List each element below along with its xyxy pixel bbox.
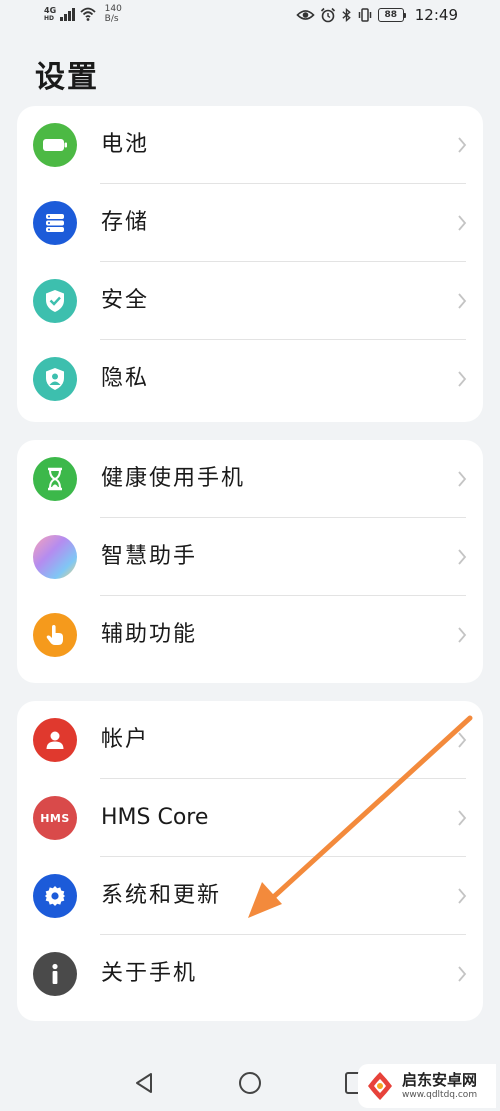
chevron-right-icon: [458, 810, 467, 826]
gear-icon: [33, 874, 77, 918]
battery-level: 88: [377, 8, 404, 22]
site-watermark: 启东安卓网 www.qdltdq.com: [358, 1064, 496, 1108]
watermark-name: 启东安卓网: [402, 1071, 478, 1089]
wifi-icon: [80, 7, 96, 21]
settings-item-label: 电池: [101, 132, 150, 157]
settings-group-device: 电池 存储 安全 隐私: [17, 106, 483, 422]
settings-item-battery[interactable]: 电池: [17, 106, 483, 184]
page-title: 设置: [35, 60, 99, 95]
battery-indicator: 88: [377, 8, 406, 22]
chevron-right-icon: [458, 627, 467, 643]
home-icon[interactable]: [236, 1069, 264, 1097]
settings-item-label: 系统和更新: [101, 883, 222, 908]
chevron-right-icon: [458, 371, 467, 387]
battery-icon: [33, 123, 77, 167]
settings-item-storage[interactable]: 存储: [17, 184, 483, 262]
settings-item-label: 帐户: [101, 727, 150, 752]
signal-icon: [60, 7, 75, 21]
network-label: 4G: [44, 5, 57, 15]
status-right: 88 12:49: [296, 6, 458, 24]
settings-item-hms-core[interactable]: HMS HMS Core: [17, 779, 483, 857]
alarm-icon: [320, 7, 335, 23]
settings-item-about-phone[interactable]: 关于手机: [17, 935, 483, 1013]
privacy-icon: [33, 357, 77, 401]
account-icon: [33, 718, 77, 762]
chevron-right-icon: [458, 888, 467, 904]
settings-item-label: 关于手机: [101, 961, 198, 986]
settings-item-accessibility[interactable]: 辅助功能: [17, 596, 483, 674]
bluetooth-icon: [342, 8, 351, 22]
settings-item-label: 隐私: [101, 366, 150, 391]
network-type: 4G HD: [44, 5, 57, 22]
settings-item-label: 安全: [101, 288, 150, 313]
back-icon[interactable]: [130, 1069, 158, 1097]
settings-item-digital-balance[interactable]: 健康使用手机: [17, 440, 483, 518]
hms-badge: HMS: [40, 811, 70, 825]
storage-icon: [33, 201, 77, 245]
smart-assistant-icon: [33, 535, 77, 579]
settings-item-security[interactable]: 安全: [17, 262, 483, 340]
settings-item-label: HMS Core: [101, 805, 209, 830]
settings-group-system: 帐户 HMS HMS Core 系统和更新 关于手机: [17, 701, 483, 1021]
status-bar: 4G HD 140 B/s 88 12:49: [0, 0, 500, 34]
chevron-right-icon: [458, 293, 467, 309]
status-left: 4G HD 140 B/s: [44, 4, 122, 24]
settings-item-label: 存储: [101, 210, 150, 235]
eye-icon: [296, 10, 315, 20]
info-icon: [33, 952, 77, 996]
settings-item-smart-assistant[interactable]: 智慧助手: [17, 518, 483, 596]
settings-group-assist: 健康使用手机 智慧助手 辅助功能: [17, 440, 483, 683]
accessibility-hand-icon: [33, 613, 77, 657]
settings-item-label: 健康使用手机: [101, 466, 246, 491]
chevron-right-icon: [458, 471, 467, 487]
watermark-url: www.qdltdq.com: [402, 1090, 478, 1100]
settings-item-account[interactable]: 帐户: [17, 701, 483, 779]
chevron-right-icon: [458, 215, 467, 231]
hms-core-icon: HMS: [33, 796, 77, 840]
network-sub-label: HD: [44, 14, 55, 22]
chevron-right-icon: [458, 137, 467, 153]
settings-item-privacy[interactable]: 隐私: [17, 340, 483, 418]
settings-item-label: 辅助功能: [101, 622, 198, 647]
settings-item-label: 智慧助手: [101, 544, 198, 569]
hourglass-icon: [33, 457, 77, 501]
chevron-right-icon: [458, 732, 467, 748]
chevron-right-icon: [458, 966, 467, 982]
watermark-logo-icon: [368, 1072, 392, 1100]
security-shield-icon: [33, 279, 77, 323]
settings-item-system-update[interactable]: 系统和更新: [17, 857, 483, 935]
chevron-right-icon: [458, 549, 467, 565]
network-speed: 140 B/s: [104, 4, 122, 24]
clock: 12:49: [414, 6, 458, 24]
vibrate-icon: [358, 8, 372, 22]
